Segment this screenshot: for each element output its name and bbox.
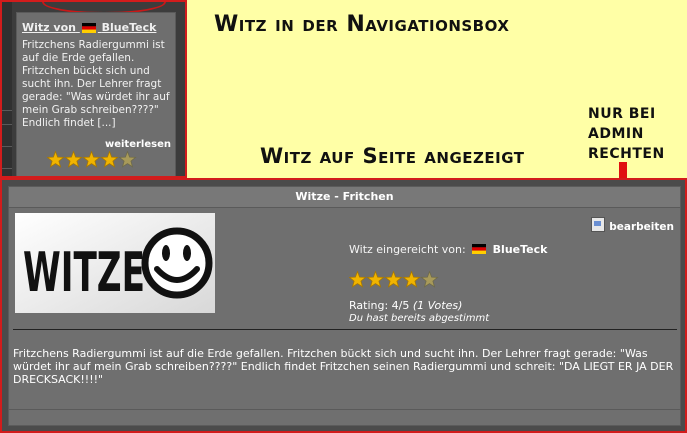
navbox-content: Witz von BlueTeck Fritzchens Radiergummi… — [16, 12, 176, 176]
divider — [13, 329, 677, 330]
navigation-box: Witz von BlueTeck Fritzchens Radiergummi… — [0, 0, 187, 178]
star-icon[interactable] — [349, 271, 367, 288]
joke-card: Witze - Fritchen bearbeiten WITZE Witz e… — [8, 186, 681, 426]
edit-document-icon — [591, 217, 606, 232]
already-voted-notice: Du hast bereits abgestimmt — [349, 313, 490, 324]
rating-text: Rating: 4/5 — [349, 299, 410, 312]
smiley-icon — [141, 227, 213, 299]
edit-label: bearbeiten — [609, 221, 674, 233]
joke-text: Fritzchens Radiergummi ist auf die Erde … — [13, 347, 674, 386]
edit-button[interactable]: bearbeiten — [591, 217, 674, 233]
star-icon[interactable] — [64, 151, 83, 168]
submitted-label: Witz eingereicht von: — [349, 243, 466, 256]
rating-info: Rating: 4/5 (1 Votes) — [349, 299, 462, 312]
joke-page-panel: Witze - Fritchen bearbeiten WITZE Witz e… — [0, 178, 687, 433]
annotation-admin-line: Rechten — [588, 146, 665, 162]
witze-logo: WITZE — [15, 213, 215, 313]
navbox-author-link[interactable]: BlueTeck — [102, 21, 157, 34]
annotation-admin-line: Nur bei — [588, 106, 656, 122]
german-flag-icon — [472, 244, 487, 254]
joke-star-rating[interactable] — [349, 271, 449, 289]
annotation-page: Witz auf Seite angezeigt — [260, 144, 525, 168]
star-icon[interactable] — [384, 271, 403, 288]
annotation-admin-line: Admin — [588, 126, 644, 142]
card-footer-divider — [9, 409, 680, 410]
joke-card-title: Witze - Fritchen — [9, 187, 680, 208]
read-more-link[interactable]: weiterlesen — [105, 139, 171, 150]
annotation-navbox: Witz in der Navigationsbox — [214, 12, 510, 37]
star-icon[interactable] — [82, 151, 101, 168]
star-icon[interactable] — [366, 271, 385, 288]
navbox-title[interactable]: Witz von BlueTeck — [22, 21, 156, 34]
navbox-excerpt: Fritzchens Radiergummi ist auf die Erde … — [22, 39, 170, 129]
star-icon[interactable] — [100, 151, 119, 168]
left-gutter — [2, 2, 12, 176]
votes-count: (1 Votes) — [412, 299, 463, 312]
navbox-star-rating[interactable] — [47, 151, 147, 169]
navbox-title-prefix: Witz von — [22, 21, 76, 34]
german-flag-icon — [81, 23, 96, 33]
star-icon[interactable] — [402, 271, 421, 288]
annotation-admin: Nur bei Admin Rechten — [588, 104, 665, 164]
logo-text: WITZE — [23, 241, 145, 304]
author-link[interactable]: BlueTeck — [493, 243, 548, 256]
star-icon[interactable] — [47, 151, 65, 168]
star-icon[interactable] — [118, 151, 137, 168]
submitted-by: Witz eingereicht von: BlueTeck — [349, 243, 547, 256]
star-icon[interactable] — [420, 271, 439, 288]
